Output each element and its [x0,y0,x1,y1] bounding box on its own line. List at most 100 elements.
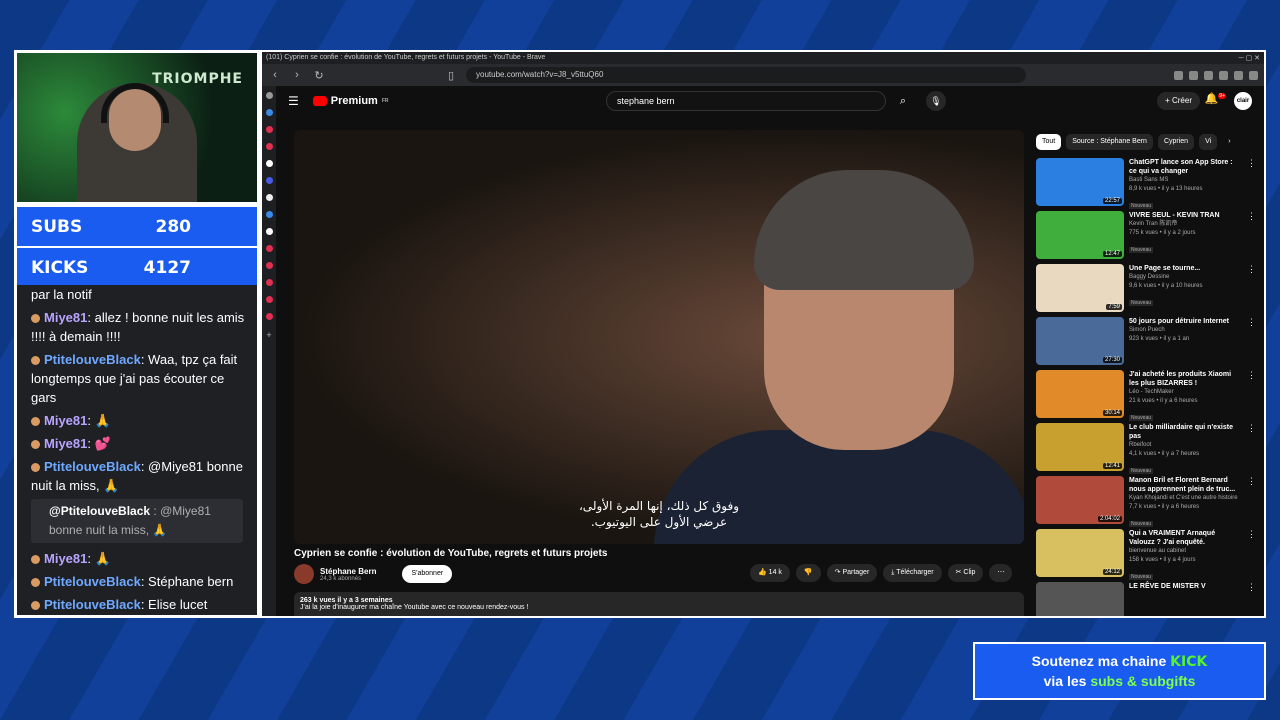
menu-icon[interactable]: ☰ [288,94,299,108]
chat-username[interactable]: PtitelouveBlack [44,352,141,367]
like-button[interactable]: 👍 14 k [750,564,790,582]
sidebar-icon[interactable] [265,109,273,116]
related-video[interactable]: 7:59 Une Page se tourne... Baggy Dessine 9,… [1036,264,1256,317]
video-thumbnail[interactable]: 22:57 [1036,158,1124,206]
channel-avatar[interactable] [294,564,314,584]
video-channel: Simon Puech [1129,327,1165,333]
more-options-icon[interactable]: ⋮ [1247,211,1256,264]
related-video[interactable]: 12:47 VIVRE SEUL - KEVIN TRAN Kevin Tran 陈… [1036,211,1256,264]
channel-name[interactable]: Stéphane Bern [320,567,376,576]
notif-count: 9+ [1218,93,1226,100]
video-meta: 4,1 k vues • il y a 7 heures [1129,451,1200,457]
forward-icon[interactable]: › [290,69,304,81]
video-thumbnail[interactable]: 27:30 [1036,317,1124,365]
more-options-icon[interactable]: ⋮ [1247,158,1256,211]
window-controls[interactable]: ─ ▢ ✕ [1239,54,1260,62]
sidebar-icon[interactable] [265,228,273,235]
clip-button[interactable]: ✂ Clip [947,564,984,582]
sidebar-icon[interactable] [265,245,273,252]
browser-toolbar: ‹ › ↻ ▯ youtube.com/watch?v=J8_v5ttuQ60 [262,64,1264,86]
sidebar-icon[interactable] [265,194,273,201]
chat-username[interactable]: Miye81 [44,310,87,325]
chat-username[interactable]: PtitelouveBlack [44,597,141,612]
chat-username[interactable]: Miye81 [44,413,87,428]
video-title: ChatGPT lance son App Store : ce qui va … [1129,159,1233,175]
chevron-right-icon[interactable]: › [1222,134,1236,150]
address-bar[interactable]: youtube.com/watch?v=J8_v5ttuQ60 [466,67,1026,83]
bookmark-icon[interactable]: ▯ [444,69,458,82]
sidebar-icon[interactable] [265,143,273,150]
create-button[interactable]: + Créer [1157,92,1200,110]
more-options-icon[interactable]: ⋮ [1247,476,1256,529]
more-options-icon[interactable]: ⋮ [1247,370,1256,423]
user-badge-icon [31,417,40,427]
search-input[interactable]: stephane bern [606,91,886,111]
sidebar-icon[interactable] [265,296,273,303]
related-video[interactable]: 12:41 Le club milliardaire qui n'existe p… [1036,423,1256,476]
extension-icon[interactable] [1249,70,1258,80]
description-box[interactable]: 263 k vues il y a 3 semaines J'ai la joie… [294,592,1024,616]
video-channel: Kevin Tran 陈凯帝 [1129,221,1178,227]
related-video[interactable]: 27:30 50 jours pour détruire Internet Simo… [1036,317,1256,370]
extension-icon[interactable] [1189,70,1198,80]
logo-region: FR [381,98,389,104]
download-button[interactable]: ⤓ Télécharger [883,564,942,582]
extension-icon[interactable] [1219,70,1228,80]
video-thumbnail[interactable]: 24:12 [1036,529,1124,577]
video-thumbnail[interactable]: 7:59 [1036,264,1124,312]
chip-all[interactable]: Tout [1036,134,1062,150]
chat-username[interactable]: Miye81 [44,436,87,451]
chat-username[interactable]: PtitelouveBlack [44,574,141,589]
sidebar-icon[interactable] [265,279,273,286]
back-icon[interactable]: ‹ [268,69,282,81]
mic-icon[interactable]: 🎙 [926,91,946,111]
sidebar-icon[interactable] [265,313,273,320]
chip-source[interactable]: Source : Stéphane Bern [1066,134,1153,150]
youtube-logo[interactable]: Premium FR [312,95,389,107]
related-video[interactable]: 30:14 J'ai acheté les produits Xiaomi les… [1036,370,1256,423]
sidebar-icon[interactable] [265,92,273,99]
share-button[interactable]: ↷ Partager [826,564,878,582]
related-video[interactable]: 22:57 ChatGPT lance son App Store : ce qu… [1036,158,1256,211]
chat-message: Miye81: 🙏 [31,411,247,430]
reload-icon[interactable]: ↻ [312,69,326,82]
chip-cyprien[interactable]: Cyprien [1157,134,1195,150]
chat-panel[interactable]: par la notif Miye81: allez ! bonne nuit … [14,285,260,618]
video-thumbnail[interactable]: 2:04:02 [1036,476,1124,524]
bell-icon[interactable]: 🔔9+ [1205,92,1226,105]
add-icon[interactable]: + [262,330,276,340]
chat-username[interactable]: PtitelouveBlack [44,459,141,474]
more-options-icon[interactable]: ⋮ [1247,582,1256,616]
related-video[interactable]: 24:12 Qui a VRAIMENT Arnaqué Valouzz ? J'… [1036,529,1256,582]
sidebar-icon[interactable] [265,160,273,167]
sidebar-icon[interactable] [265,262,273,269]
avatar[interactable]: clair [1234,92,1252,110]
more-options-icon[interactable]: ⋮ [1247,317,1256,370]
chip-more[interactable]: Vi [1199,134,1218,150]
sidebar-icon[interactable] [265,211,273,218]
chat-text: : 💕 [87,436,111,451]
video-thumbnail[interactable]: 30:14 [1036,370,1124,418]
dislike-button[interactable]: 👎 [795,564,821,582]
sidebar-icon[interactable] [265,126,273,133]
video-thumbnail[interactable]: 12:47 [1036,211,1124,259]
related-video[interactable]: LE RÊVE DE MISTER V ⋮ [1036,582,1256,616]
video-thumbnail[interactable] [1036,582,1124,616]
extension-icon[interactable] [1234,70,1243,80]
sidebar-icon[interactable] [265,177,273,184]
video-duration: 27:30 [1102,357,1122,363]
more-options-icon[interactable]: ⋮ [1247,423,1256,476]
video-info: 50 jours pour détruire Internet Simon Pue… [1129,317,1242,370]
more-button[interactable]: ⋯ [989,564,1013,582]
search-icon[interactable]: ⌕ [888,91,918,111]
new-badge: Nouveau [1129,415,1154,421]
more-options-icon[interactable]: ⋮ [1247,264,1256,317]
video-thumbnail[interactable]: 12:41 [1036,423,1124,471]
extension-icon[interactable] [1174,70,1183,80]
video-player[interactable]: وفوق كل ذلك، إنها المرة الأولى، عرضي الأو… [294,130,1024,544]
subscribe-button[interactable]: S'abonner [402,565,453,583]
chat-username[interactable]: Miye81 [44,551,87,566]
more-options-icon[interactable]: ⋮ [1247,529,1256,582]
extension-icon[interactable] [1204,70,1213,80]
related-video[interactable]: 2:04:02 Manon Bril et Florent Bernard nou… [1036,476,1256,529]
